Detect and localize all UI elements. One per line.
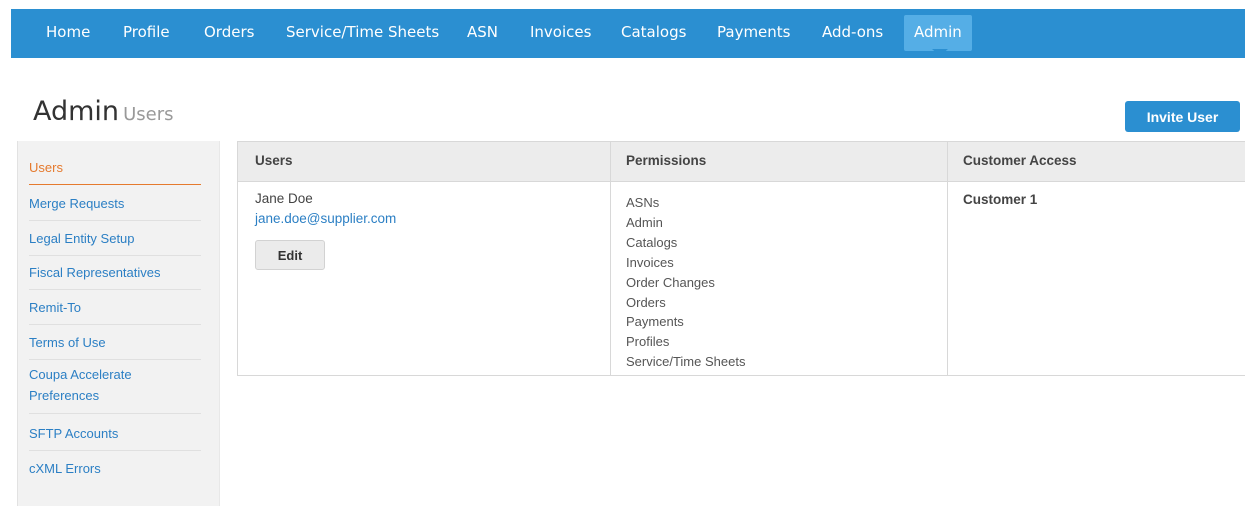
permission-item: ASNs (626, 195, 660, 210)
nav-home[interactable]: Home (46, 9, 90, 58)
customer-access-value: Customer 1 (963, 192, 1038, 207)
nav-payments[interactable]: Payments (717, 9, 790, 58)
permissions-list: ASNs Admin Catalogs Invoices Order Chang… (626, 193, 745, 372)
page-title-main: Admin (33, 96, 120, 127)
nav-admin[interactable]: Admin (904, 15, 972, 51)
invite-user-button[interactable]: Invite User (1125, 101, 1240, 132)
users-table: Users Permissions Customer Access Jane D… (237, 141, 1245, 376)
admin-sidebar: Users Merge Requests Legal Entity Setup … (17, 141, 220, 506)
permission-item: Profiles (626, 334, 670, 350)
sidebar-item-label-line1: Coupa Accelerate (29, 367, 132, 382)
top-nav: Home Profile Orders Service/Time Sheets … (11, 9, 1245, 58)
sidebar-item-merge-requests[interactable]: Merge Requests (29, 191, 201, 221)
permission-item: Payments (626, 314, 684, 330)
nav-invoices[interactable]: Invoices (530, 9, 591, 58)
nav-service-time-sheets[interactable]: Service/Time Sheets (286, 9, 439, 58)
column-header-users: Users (255, 153, 293, 168)
sidebar-item-cxml-errors[interactable]: cXML Errors (29, 456, 201, 486)
sidebar-item-coupa-accelerate-preferences[interactable]: Coupa Accelerate Preferences (29, 362, 201, 414)
permission-item: Invoices (626, 254, 674, 270)
nav-profile[interactable]: Profile (123, 9, 170, 58)
user-email-link[interactable]: jane.doe@supplier.com (255, 211, 396, 226)
permission-item: Admin (626, 214, 663, 230)
page-subtitle: Users (123, 104, 174, 125)
page-title: Admin Users (33, 96, 173, 127)
sidebar-item-users[interactable]: Users (29, 155, 201, 185)
nav-add-ons[interactable]: Add-ons (822, 9, 883, 58)
nav-orders[interactable]: Orders (204, 9, 254, 58)
sidebar-item-sftp-accounts[interactable]: SFTP Accounts (29, 421, 201, 451)
column-divider (610, 142, 611, 375)
user-name: Jane Doe (255, 191, 313, 206)
edit-user-button[interactable]: Edit (255, 240, 325, 270)
permission-item: Order Changes (626, 274, 715, 290)
sidebar-item-fiscal-representatives[interactable]: Fiscal Representatives (29, 260, 201, 290)
sidebar-item-label-line2: Preferences (29, 388, 100, 403)
column-header-customer-access: Customer Access (963, 153, 1077, 168)
table-header: Users Permissions Customer Access (238, 142, 1245, 182)
nav-asn[interactable]: ASN (467, 9, 498, 58)
nav-catalogs[interactable]: Catalogs (621, 9, 686, 58)
permission-item: Orders (626, 294, 666, 310)
sidebar-item-terms-of-use[interactable]: Terms of Use (29, 330, 201, 360)
sidebar-item-remit-to[interactable]: Remit-To (29, 295, 201, 325)
sidebar-item-legal-entity-setup[interactable]: Legal Entity Setup (29, 226, 201, 256)
permission-item: Catalogs (626, 234, 678, 250)
column-divider (947, 142, 948, 375)
permission-item: Service/Time Sheets (626, 354, 746, 370)
active-tab-caret (932, 49, 948, 56)
column-header-permissions: Permissions (626, 153, 707, 168)
